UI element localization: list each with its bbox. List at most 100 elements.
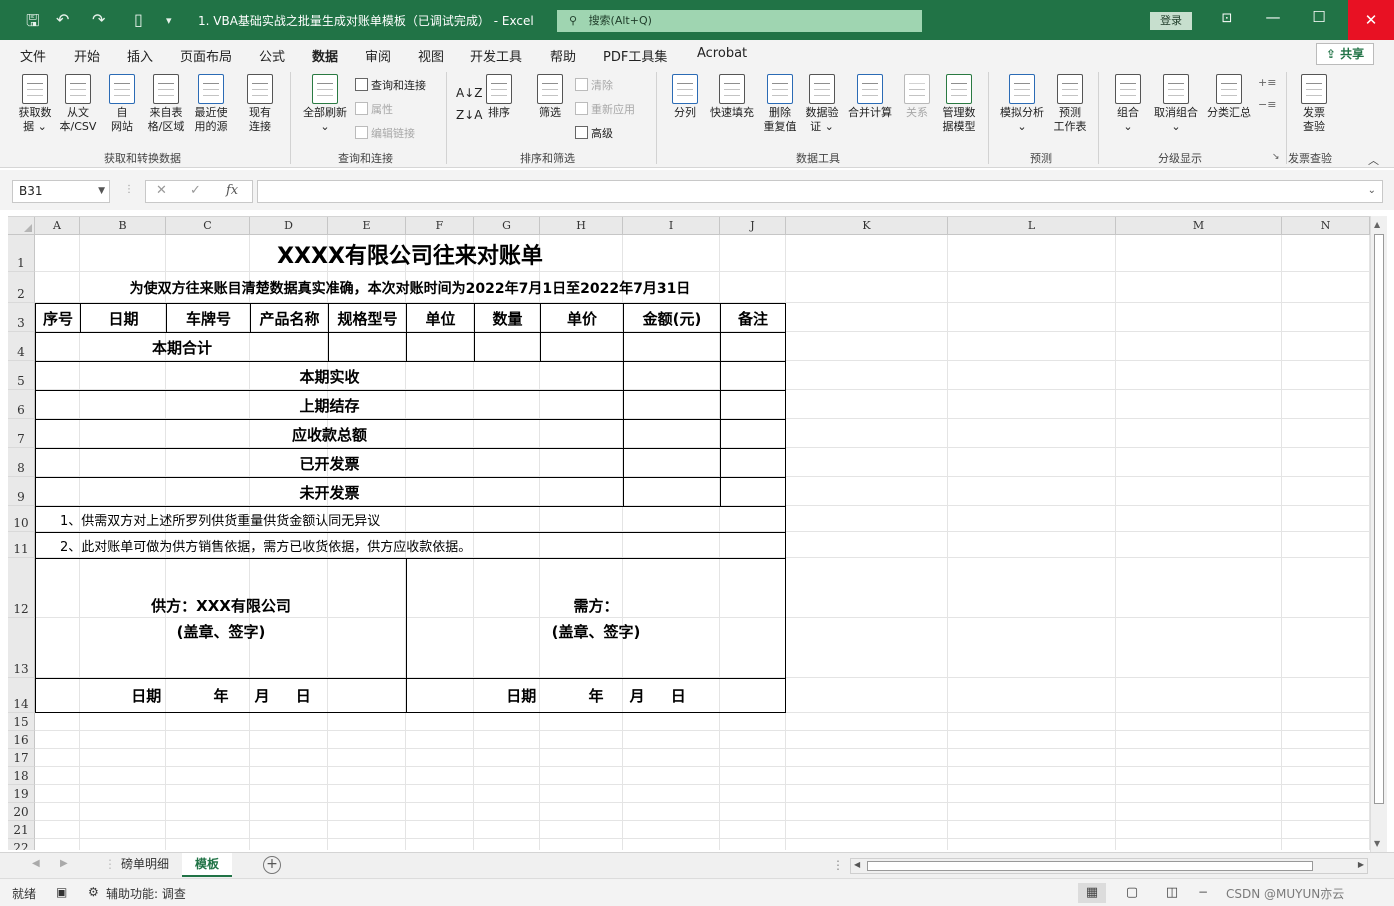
column-header-i[interactable]: I [623, 217, 720, 235]
text-to-columns-button[interactable]: 分列 [668, 74, 702, 120]
row-header-3[interactable]: 3 [8, 303, 35, 332]
add-sheet-icon[interactable]: + [263, 856, 281, 874]
row-header-5[interactable]: 5 [8, 361, 35, 390]
accessibility-status[interactable]: 辅助功能: 调查 [106, 885, 186, 902]
summary-uninvoiced-label[interactable]: 未开发票 [35, 477, 624, 507]
header-index[interactable]: 序号 [35, 303, 81, 333]
summary-total-receivable-remarks[interactable] [720, 419, 786, 449]
refresh-all-button[interactable]: 全部刷新 ⌄ [298, 74, 352, 134]
header-remarks[interactable]: 备注 [720, 303, 786, 333]
expand-formula-bar-icon[interactable]: ⌄ [1368, 185, 1376, 196]
customize-qat-icon[interactable]: ▾ [166, 14, 172, 27]
column-header-k[interactable]: K [786, 217, 948, 235]
sort-asc-button[interactable]: A↓Z Z↓A [456, 82, 482, 126]
what-if-analysis-button[interactable]: 模拟分析 ⌄ [996, 74, 1048, 134]
manage-data-model-button[interactable]: 管理数 据模型 [938, 74, 980, 134]
summary-invoiced-label[interactable]: 已开发票 [35, 448, 624, 478]
buyer-signature-block[interactable]: 需方： (盖章、签字) [406, 558, 786, 679]
edit-links-button[interactable]: 编辑链接 [355, 125, 415, 141]
undo-icon[interactable]: ↶ [56, 10, 69, 29]
scroll-up-icon[interactable]: ▲ [1374, 220, 1380, 229]
macro-record-icon[interactable]: ▣ [56, 885, 67, 899]
column-header-j[interactable]: J [720, 217, 786, 235]
touch-mode-icon[interactable]: ▯ [134, 10, 143, 29]
tab-developer[interactable]: 开发工具 [470, 46, 522, 65]
existing-connections-button[interactable]: 现有 连接 [242, 74, 278, 134]
sheet-tab-template[interactable]: 模板 [182, 853, 232, 877]
column-header-m[interactable]: M [1116, 217, 1282, 235]
header-price[interactable]: 单价 [540, 303, 624, 333]
minimize-icon[interactable]: — [1258, 8, 1288, 26]
filter-button[interactable]: 筛选 [534, 74, 566, 120]
show-detail-icon[interactable]: +≡ [1258, 76, 1276, 89]
prev-sheet-icon[interactable]: ◀ [32, 858, 40, 869]
outline-dialog-launcher-icon[interactable]: ↘ [1272, 152, 1280, 162]
properties-button[interactable]: 属性 [355, 101, 393, 117]
close-icon[interactable]: ✕ [1348, 0, 1394, 40]
row-header-22[interactable]: 22 [8, 839, 35, 850]
ribbon-display-icon[interactable]: ⊡ [1212, 11, 1242, 26]
column-header-h[interactable]: H [540, 217, 623, 235]
confirm-entry-icon[interactable]: ✓ [190, 183, 201, 198]
page-break-preview-icon[interactable]: ◫ [1158, 883, 1186, 903]
total-spec-cell[interactable] [328, 332, 407, 362]
note-2[interactable]: 2、此对账单可做为供方销售依据，需方已收货依据，供方应收款依据。 [35, 532, 786, 559]
subtotal-button[interactable]: 分类汇总 [1204, 74, 1254, 120]
column-header-f[interactable]: F [406, 217, 474, 235]
page-layout-view-icon[interactable]: ▢ [1118, 883, 1146, 903]
row-header-9[interactable]: 9 [8, 477, 35, 506]
tab-page-layout[interactable]: 页面布局 [180, 46, 232, 65]
sheet-tab-weighbill-detail[interactable]: 磅单明细 [112, 853, 178, 877]
tab-file[interactable]: 文件 [20, 46, 46, 65]
from-web-button[interactable]: 自 网站 [104, 74, 140, 134]
horizontal-scrollbar[interactable]: ◀ ▶ [850, 858, 1368, 874]
summary-invoiced-amount[interactable] [623, 448, 721, 478]
share-button[interactable]: ⇪ 共享 [1316, 43, 1374, 65]
row-header-14[interactable]: 14 [8, 678, 35, 713]
buyer-date[interactable]: 日期 年 月 日 [406, 678, 786, 713]
row-header-18[interactable]: 18 [8, 767, 35, 785]
scroll-right-icon[interactable]: ▶ [1358, 860, 1364, 869]
summary-uninvoiced-remarks[interactable] [720, 477, 786, 507]
total-price-cell[interactable] [540, 332, 624, 362]
tab-home[interactable]: 开始 [74, 46, 100, 65]
save-icon[interactable]: 🖫 [26, 10, 40, 37]
relationships-button[interactable]: 关系 [900, 74, 934, 120]
hide-detail-icon[interactable]: −≡ [1258, 98, 1276, 111]
total-unit-cell[interactable] [406, 332, 475, 362]
redo-icon[interactable]: ↷ [92, 10, 105, 29]
insert-function-icon[interactable]: fx [226, 183, 238, 198]
summary-received-amount[interactable] [623, 361, 721, 391]
row-header-1[interactable]: 1 [8, 235, 35, 272]
column-header-a[interactable]: A [35, 217, 80, 235]
vertical-scroll-thumb[interactable] [1374, 234, 1384, 804]
column-header-l[interactable]: L [948, 217, 1116, 235]
header-quantity[interactable]: 数量 [474, 303, 541, 333]
consolidate-button[interactable]: 合并计算 [845, 74, 895, 120]
summary-total-receivable-amount[interactable] [623, 419, 721, 449]
row-header-12[interactable]: 12 [8, 558, 35, 618]
row-header-21[interactable]: 21 [8, 821, 35, 839]
tab-review[interactable]: 审阅 [365, 46, 391, 65]
row-header-7[interactable]: 7 [8, 419, 35, 448]
header-unit[interactable]: 单位 [406, 303, 475, 333]
statement-title[interactable]: XXXX有限公司往来对账单 [35, 236, 785, 272]
column-header-b[interactable]: B [80, 217, 166, 235]
summary-previous-balance-remarks[interactable] [720, 390, 786, 420]
queries-connections-button[interactable]: 查询和连接 [355, 77, 426, 93]
column-header-d[interactable]: D [250, 217, 328, 235]
invoice-check-button[interactable]: 发票 查验 [1296, 74, 1332, 134]
worksheet-grid[interactable]: ABCDEFGHIJKLMN 1 2 3 4 5 6 7 8 9 10 11 12 13 14 15 16 17… [8, 216, 1370, 850]
tab-split-handle-icon[interactable]: ⋮ [832, 858, 844, 872]
data-validation-button[interactable]: 数据验 证 ⌄ [802, 74, 842, 134]
tab-acrobat[interactable]: Acrobat [697, 46, 747, 61]
tab-help[interactable]: 帮助 [550, 46, 576, 65]
header-spec[interactable]: 规格型号 [328, 303, 407, 333]
supplier-date[interactable]: 日期 年 月 日 [35, 678, 407, 713]
accessibility-icon[interactable]: ⚙ [88, 885, 99, 899]
header-amount[interactable]: 金额(元) [623, 303, 721, 333]
cancel-entry-icon[interactable]: ✕ [156, 183, 167, 198]
horizontal-scroll-thumb[interactable] [867, 861, 1313, 871]
total-remarks-cell[interactable] [720, 332, 786, 362]
scroll-down-icon[interactable]: ▼ [1374, 839, 1380, 848]
